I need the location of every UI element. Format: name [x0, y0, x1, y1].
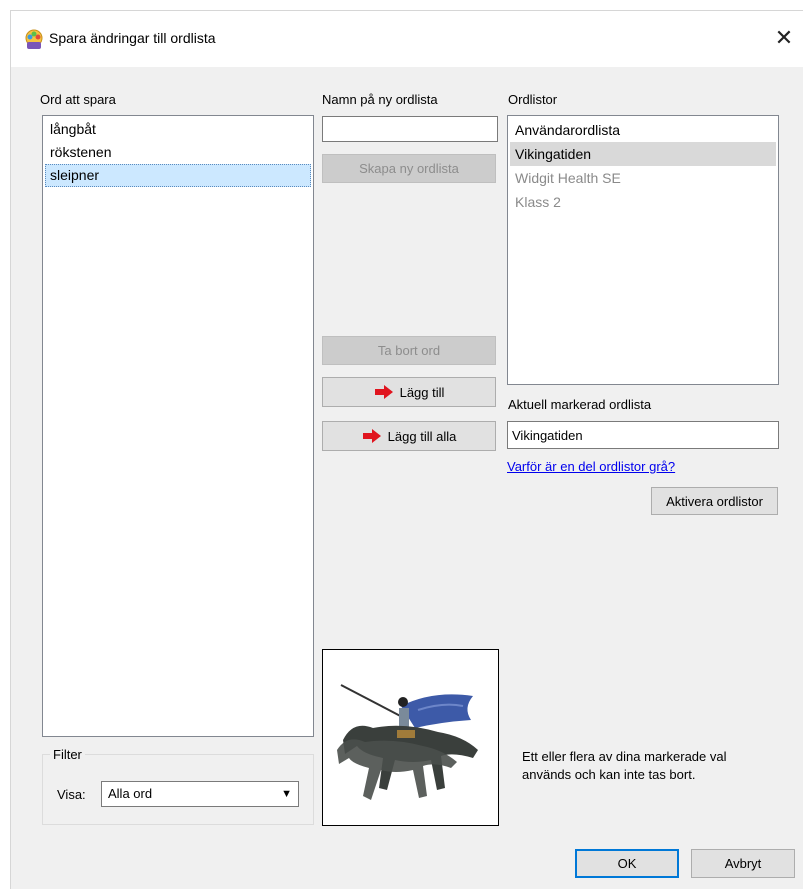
dictionaries-label: Ordlistor [508, 92, 558, 107]
window-title: Spara ändringar till ordlista [49, 30, 216, 46]
filter-group-label: Filter [50, 747, 85, 762]
activate-dictionaries-button[interactable]: Aktivera ordlistor [651, 487, 778, 515]
add-all-label: Lägg till alla [387, 428, 457, 444]
create-dictionary-button[interactable]: Skapa ny ordlista [322, 154, 496, 183]
dictionary-item-anvandarordlista[interactable]: Användarordlista [510, 118, 776, 142]
remove-word-button[interactable]: Ta bort ord [322, 336, 496, 365]
add-button[interactable]: Lägg till [322, 377, 496, 407]
dictionary-item-klass-2[interactable]: Klass 2 [510, 190, 776, 214]
info-message-line-2: används och kan inte tas bort. [522, 767, 696, 782]
cancel-button[interactable]: Avbryt [691, 849, 795, 878]
add-all-button[interactable]: Lägg till alla [322, 421, 496, 451]
new-dictionary-input[interactable] [322, 116, 498, 142]
cancel-label: Avbryt [724, 856, 762, 871]
dictionaries-listbox[interactable]: Användarordlista Vikingatiden Widgit Hea… [507, 115, 779, 385]
words-listbox[interactable]: långbåt rökstenen sleipner [42, 115, 314, 737]
ok-label: OK [617, 856, 637, 871]
close-button[interactable]: ✕ [769, 23, 799, 53]
dictionary-item-widgit-health[interactable]: Widgit Health SE [510, 166, 776, 190]
list-item[interactable]: långbåt [45, 118, 311, 141]
current-dictionary-field[interactable] [507, 421, 779, 449]
filter-show-label: Visa: [57, 787, 86, 802]
ok-button[interactable]: OK [575, 849, 679, 878]
save-to-dictionary-dialog: Spara ändringar till ordlista ✕ Ord att … [10, 10, 803, 889]
arrow-right-icon [362, 429, 381, 443]
filter-selected-value: Alla ord [108, 786, 153, 801]
dictionary-item-vikingatiden[interactable]: Vikingatiden [510, 142, 776, 166]
remove-word-label: Ta bort ord [377, 343, 441, 358]
viking-rider-on-horse-icon [337, 684, 478, 800]
activate-dictionaries-label: Aktivera ordlistor [666, 493, 763, 509]
current-dictionary-label: Aktuell markerad ordlista [508, 397, 652, 412]
add-label: Lägg till [399, 384, 445, 400]
create-dictionary-label: Skapa ny ordlista [359, 161, 459, 176]
info-message-line-1: Ett eller flera av dina markerade val [522, 749, 727, 764]
app-icon [25, 29, 43, 49]
chevron-down-icon: ▼ [281, 788, 292, 800]
help-link[interactable]: Varför är en del ordlistor grå? [507, 459, 675, 474]
list-item[interactable]: rökstenen [45, 141, 311, 164]
filter-select[interactable]: Alla ord ▼ [101, 781, 299, 807]
words-label: Ord att spara [40, 92, 116, 107]
arrow-right-icon [374, 385, 393, 399]
symbol-image [322, 649, 499, 826]
info-message: Ett eller flera av dina markerade val an… [522, 748, 726, 784]
list-item-selected[interactable]: sleipner [45, 164, 311, 187]
new-dictionary-label: Namn på ny ordlista [322, 92, 438, 107]
title-bar: Spara ändringar till ordlista ✕ [11, 11, 803, 67]
